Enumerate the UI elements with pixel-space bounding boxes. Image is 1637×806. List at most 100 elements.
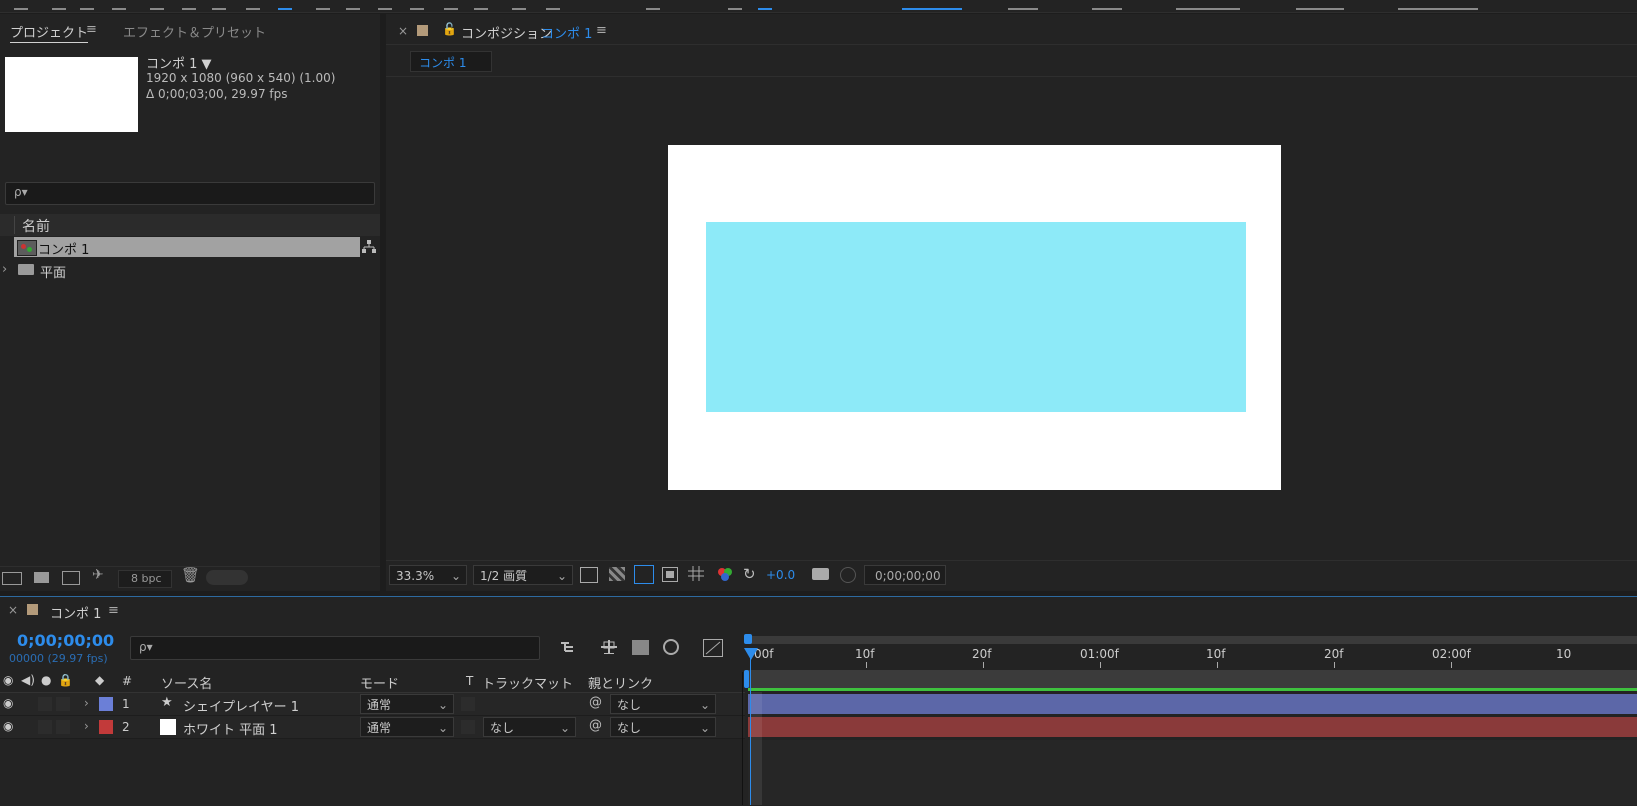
- eye-icon[interactable]: ◉: [3, 719, 13, 733]
- mask-visibility-icon[interactable]: [634, 565, 654, 584]
- column-mode-header[interactable]: モード: [360, 673, 399, 692]
- type-tool-icon[interactable]: [378, 0, 392, 10]
- track-matte-dropdown[interactable]: なし ⌄: [483, 717, 576, 737]
- label-tag-icon[interactable]: ◆: [95, 673, 104, 687]
- home-icon[interactable]: [14, 0, 28, 10]
- snap-toggle-icon[interactable]: [728, 0, 742, 10]
- lock-icon[interactable]: 🔓: [442, 22, 457, 36]
- pick-whip-icon[interactable]: @: [589, 718, 602, 733]
- close-icon[interactable]: ×: [8, 603, 18, 617]
- viewer-timecode[interactable]: 0;00;00;00: [864, 565, 946, 585]
- graph-editor-icon[interactable]: [703, 639, 723, 657]
- close-icon[interactable]: ×: [398, 24, 408, 38]
- region-of-interest-icon[interactable]: [662, 567, 678, 582]
- tab-effects-presets[interactable]: エフェクト＆プリセット: [123, 22, 266, 41]
- thumbnail-slider[interactable]: [206, 570, 248, 585]
- layer-name[interactable]: シェイプレイヤー 1: [183, 696, 299, 715]
- work-area-bar[interactable]: [748, 670, 1637, 690]
- column-name-header[interactable]: 名前: [22, 216, 50, 236]
- timeline-current-time[interactable]: 0;00;00;00: [17, 631, 114, 650]
- parent-dropdown[interactable]: なし ⌄: [610, 717, 716, 737]
- solo-icon[interactable]: ●: [41, 673, 51, 687]
- render-queue-icon[interactable]: ✈: [92, 567, 104, 583]
- workspace-default[interactable]: [902, 0, 962, 10]
- work-area-start-handle[interactable]: [744, 634, 752, 644]
- workspace-learn[interactable]: [1008, 0, 1038, 10]
- transparency-grid-icon[interactable]: [609, 567, 625, 581]
- selection-tool-icon[interactable]: [52, 0, 66, 10]
- work-area-track[interactable]: [748, 636, 1637, 644]
- zoom-tool-icon[interactable]: [112, 0, 126, 10]
- puppet-tool-icon[interactable]: [546, 0, 560, 10]
- resolution-dropdown[interactable]: 1/2 画質 ⌄: [473, 565, 573, 585]
- blend-mode-dropdown[interactable]: 通常 ⌄: [360, 694, 454, 714]
- draft-3d-icon[interactable]: [600, 640, 618, 654]
- trash-icon[interactable]: 🗑: [181, 566, 200, 584]
- current-time-indicator[interactable]: [744, 648, 758, 660]
- shape-layer-rectangle[interactable]: [706, 222, 1246, 412]
- layer-duration-bar[interactable]: [748, 717, 1637, 737]
- timeline-tab-title[interactable]: コンポ 1: [50, 603, 101, 622]
- expand-arrow-icon[interactable]: ›: [2, 262, 7, 277]
- interpret-footage-icon[interactable]: [2, 572, 22, 585]
- fast-previews-icon[interactable]: [580, 567, 598, 583]
- lock-checkbox[interactable]: [56, 720, 70, 734]
- snap-option-icon[interactable]: [758, 0, 772, 10]
- new-composition-icon[interactable]: [62, 571, 80, 585]
- layer-label-color[interactable]: [99, 720, 113, 734]
- column-trackmatte-header[interactable]: トラックマット: [482, 673, 573, 692]
- blend-mode-dropdown[interactable]: 通常 ⌄: [360, 717, 454, 737]
- viewer-menu-icon[interactable]: ≡: [596, 23, 607, 38]
- roto-tool-icon[interactable]: [512, 0, 526, 10]
- audio-icon[interactable]: ◀): [21, 673, 35, 687]
- timeline-menu-icon[interactable]: ≡: [108, 603, 119, 618]
- workspace-standard[interactable]: [1092, 0, 1122, 10]
- tab-project[interactable]: プロジェクト: [10, 22, 89, 43]
- shape-tool-icon[interactable]: [278, 0, 292, 10]
- lock-checkbox[interactable]: [56, 697, 70, 711]
- workspace-small-screen[interactable]: [1176, 0, 1240, 10]
- anchor-tool-icon[interactable]: [246, 0, 260, 10]
- lock-icon[interactable]: 🔒: [58, 673, 73, 687]
- layer-label-color[interactable]: [99, 697, 113, 711]
- rotate-tool-icon[interactable]: [150, 0, 164, 10]
- comp-info-name[interactable]: コンポ 1 ▼: [146, 53, 212, 72]
- eye-icon[interactable]: ◉: [3, 673, 13, 687]
- project-search-input[interactable]: ρ▾: [5, 182, 375, 205]
- reset-exposure-icon[interactable]: ↻: [743, 565, 756, 583]
- eye-icon[interactable]: ◉: [3, 696, 13, 710]
- column-source-header[interactable]: ソース名: [161, 673, 212, 692]
- bpc-button[interactable]: 8 bpc: [118, 570, 172, 588]
- brush-tool-icon[interactable]: [410, 0, 424, 10]
- time-ruler[interactable]: [748, 646, 1637, 671]
- frame-blending-icon[interactable]: [632, 640, 649, 655]
- new-folder-icon[interactable]: [34, 572, 49, 583]
- grid-guides-icon[interactable]: [688, 566, 704, 581]
- workspace-more[interactable]: [1398, 0, 1478, 10]
- flowchart-icon[interactable]: [362, 240, 376, 254]
- hand-tool-icon[interactable]: [80, 0, 94, 10]
- pen-tool-icon[interactable]: [346, 0, 360, 10]
- snapshot-camera-icon[interactable]: [812, 568, 829, 580]
- column-parent-header[interactable]: 親とリンク: [588, 673, 653, 692]
- clone-tool-icon[interactable]: [444, 0, 458, 10]
- preserve-transparency-checkbox[interactable]: [461, 697, 475, 711]
- pan-tool-icon[interactable]: [212, 0, 226, 10]
- eraser-tool-icon[interactable]: [474, 0, 488, 10]
- timeline-search-input[interactable]: ρ▾: [130, 636, 540, 660]
- solo-checkbox[interactable]: [38, 720, 52, 734]
- project-menu-icon[interactable]: ≡: [86, 22, 97, 37]
- layer-duration-bar[interactable]: [748, 694, 1637, 714]
- timeline-empty-track-area[interactable]: [748, 740, 1637, 805]
- expand-arrow-icon[interactable]: ›: [84, 696, 89, 710]
- preserve-transparency-checkbox[interactable]: [461, 720, 475, 734]
- workspace-library[interactable]: [1296, 0, 1344, 10]
- solo-checkbox[interactable]: [38, 697, 52, 711]
- show-snapshot-icon[interactable]: [840, 567, 856, 583]
- expand-arrow-icon[interactable]: ›: [84, 719, 89, 733]
- camera-tool-icon[interactable]: [182, 0, 196, 10]
- composition-flowchart-icon[interactable]: [559, 640, 577, 654]
- viewer-subtab[interactable]: コンポ 1: [410, 51, 492, 72]
- motion-blur-icon[interactable]: [663, 639, 679, 655]
- rectangle-tool-icon[interactable]: [316, 0, 330, 10]
